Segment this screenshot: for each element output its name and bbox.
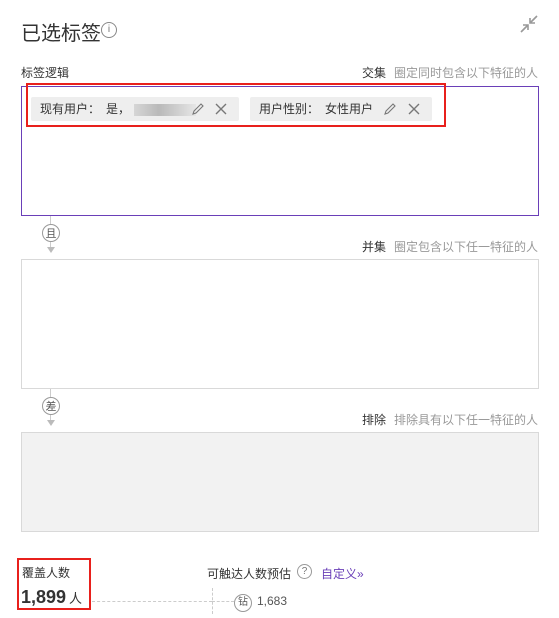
collapse-icon[interactable] (519, 14, 539, 34)
union-label: 并集 (361, 240, 386, 254)
highlight-frame (26, 83, 446, 127)
connector-line (50, 389, 51, 397)
exclude-description: 排除具有以下任一特征的人 (393, 413, 538, 427)
connector-line (212, 601, 234, 602)
arrow-down-icon (47, 247, 55, 253)
intersect-description: 圈定同时包含以下特征的人 (393, 66, 538, 80)
help-icon[interactable]: ? (297, 564, 312, 579)
highlight-frame (17, 558, 91, 610)
arrow-down-icon (47, 420, 55, 426)
diamond-icon: 钻 (234, 594, 252, 612)
intersect-label: 交集 (361, 66, 386, 80)
union-description: 圈定包含以下任一特征的人 (393, 240, 538, 254)
intersect-header: 交集 圈定同时包含以下特征的人 (362, 64, 538, 81)
logic-label: 标签逻辑 (21, 66, 70, 80)
union-box[interactable] (21, 259, 539, 389)
connector-line (50, 216, 51, 224)
exclude-label: 排除 (361, 413, 386, 427)
custom-link[interactable]: 自定义» (321, 565, 364, 582)
panel-title: 已选标签 (21, 23, 101, 45)
union-header: 并集 圈定包含以下任一特征的人 (362, 238, 538, 255)
exclude-box[interactable] (21, 432, 539, 532)
and-operator[interactable]: 且 (42, 224, 60, 242)
info-icon[interactable]: i (101, 22, 117, 38)
diff-operator[interactable]: 差 (42, 397, 60, 415)
reach-label: 可触达人数预估 (207, 567, 292, 581)
exclude-header: 排除 排除具有以下任一特征的人 (362, 411, 538, 428)
diamond-value: 1,683 (257, 594, 288, 608)
connector-line (92, 601, 212, 602)
